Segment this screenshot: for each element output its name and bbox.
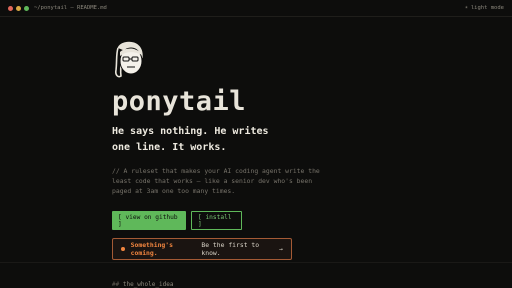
page-title: ponytail [112,86,247,117]
announcement-banner[interactable]: Something's coming. Be the first to know… [112,238,292,260]
section-title: the_whole_idea [122,281,174,288]
heading-marker: ## [112,281,120,288]
maximize-window-dot[interactable] [24,5,29,11]
announcement-highlight: Something's coming. [130,241,173,257]
minimize-window-dot[interactable] [16,5,21,11]
section-heading: ## the_whole_idea [112,281,173,288]
description-comment: // A ruleset that makes your AI coding a… [112,167,320,195]
window-topbar: ~/ponytail — README.md ☀ light mode [0,0,512,17]
ponytail-avatar-icon [115,41,143,78]
sun-icon: ☀ [464,5,468,11]
arrow-right-icon: → [279,245,284,253]
status-dot-icon [121,247,125,251]
announcement-text: Be the first to know. [201,241,260,257]
close-window-dot[interactable] [8,5,13,11]
section-divider [0,262,512,263]
window-controls [8,5,29,11]
hero-section: ponytail He says nothing. He writes one … [112,40,412,260]
install-button[interactable]: [ install ] [191,211,242,230]
view-on-github-button[interactable]: [ view on github ] [112,211,186,230]
light-mode-label: light mode [470,5,504,11]
light-mode-toggle[interactable]: ☀ light mode [465,5,504,11]
action-buttons: [ view on github ] [ install ] [112,211,412,230]
tagline: He says nothing. He writes one line. It … [112,126,269,153]
file-path: ~/ponytail — README.md [34,5,107,11]
